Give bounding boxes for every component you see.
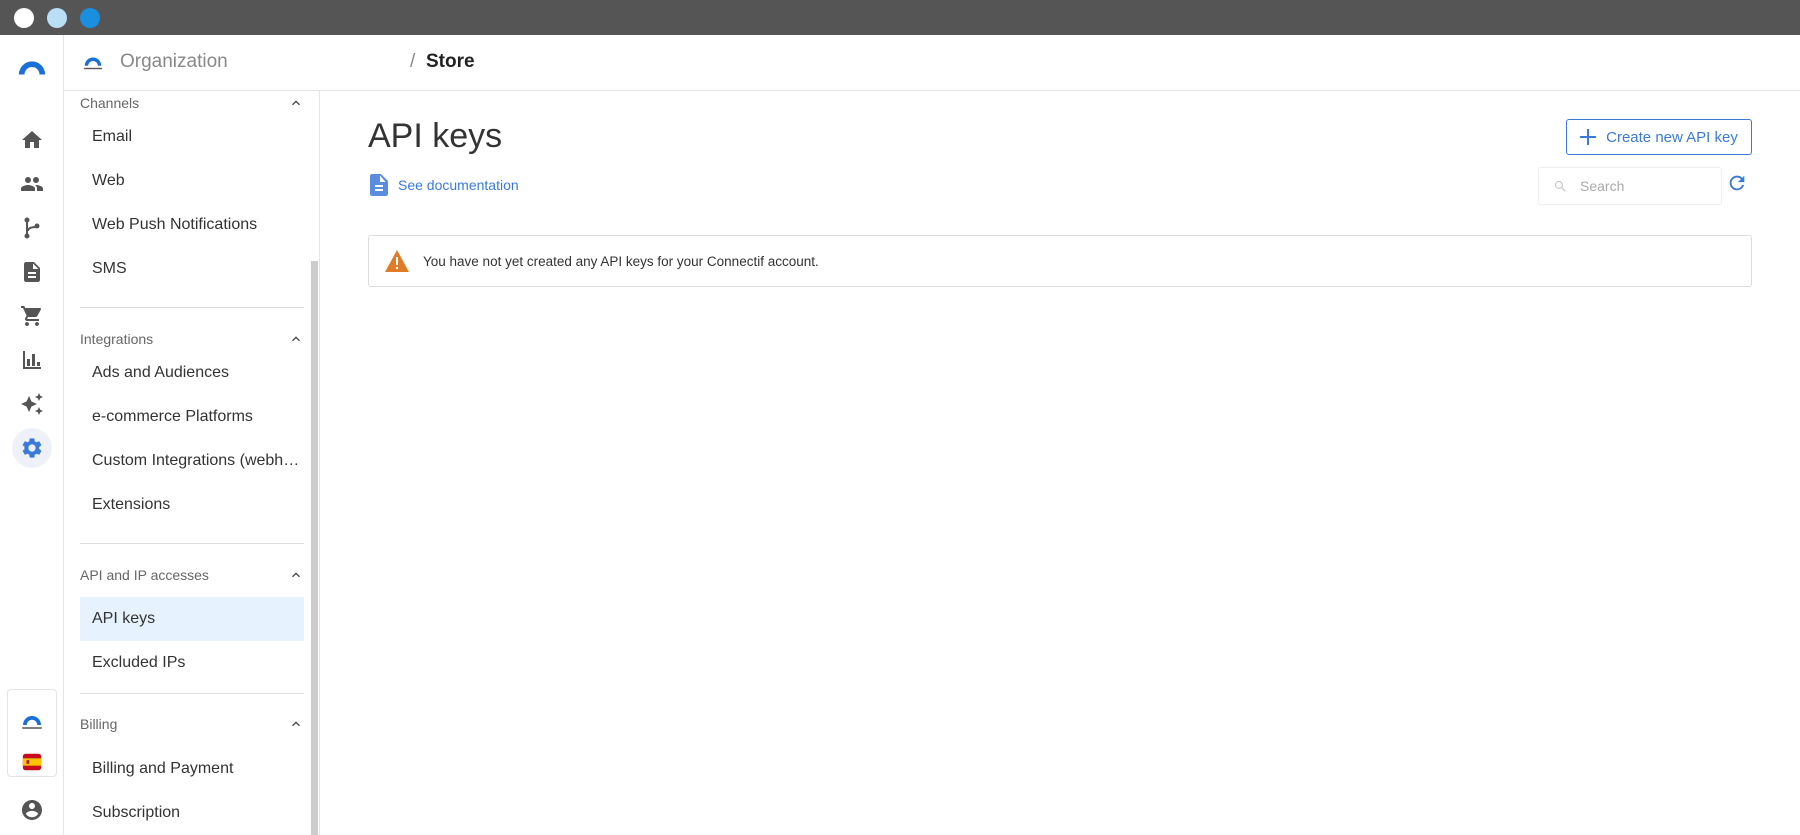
sidebar-item-excluded-ips[interactable]: Excluded IPs: [80, 641, 304, 685]
user-profile-icon[interactable]: [12, 790, 52, 830]
connectif-account-icon[interactable]: [12, 702, 52, 742]
settings-icon[interactable]: [12, 428, 52, 468]
settings-sidebar: Channels Email Web Web Push Notification…: [64, 91, 320, 835]
sidebar-scrollbar[interactable]: [311, 261, 318, 835]
divider: [80, 307, 304, 308]
organization-name[interactable]: Organization: [120, 51, 228, 73]
empty-state-notice: You have not yet created any API keys fo…: [368, 235, 1752, 287]
divider: [80, 693, 304, 694]
chevron-up-icon: [292, 100, 300, 106]
section-header-billing[interactable]: Billing: [80, 712, 304, 736]
sidebar-item-ecommerce-platforms[interactable]: e-commerce Platforms: [80, 395, 304, 439]
create-api-key-label: Create new API key: [1606, 128, 1738, 146]
organization-logo-icon: [84, 57, 102, 70]
home-icon[interactable]: [12, 120, 52, 160]
section-header-integrations[interactable]: Integrations: [80, 327, 304, 351]
sidebar-item-api-keys[interactable]: API keys: [80, 597, 304, 641]
see-documentation-label: See documentation: [398, 177, 519, 193]
sidebar-item-email[interactable]: Email: [80, 115, 304, 159]
create-api-key-button[interactable]: Create new API key: [1566, 119, 1752, 155]
sidebar-item-extensions[interactable]: Extensions: [80, 483, 304, 527]
window-close-dot[interactable]: [14, 8, 34, 28]
search-icon: [1554, 180, 1566, 192]
page-title: API keys: [368, 117, 503, 155]
chevron-up-icon: [292, 336, 300, 342]
section-title: Integrations: [80, 331, 154, 347]
sidebar-item-web[interactable]: Web: [80, 159, 304, 203]
store-icon[interactable]: [12, 296, 52, 336]
warning-icon: [385, 250, 409, 272]
sidebar-item-billing-payment[interactable]: Billing and Payment: [80, 747, 304, 791]
breadcrumb-store[interactable]: Store: [426, 51, 475, 73]
notice-text: You have not yet created any API keys fo…: [423, 253, 819, 269]
window-titlebar: [0, 0, 1800, 35]
window-minimize-dot[interactable]: [47, 8, 67, 28]
window-maximize-dot[interactable]: [80, 8, 100, 28]
breadcrumb-separator: /: [410, 51, 416, 72]
chevron-up-icon: [292, 572, 300, 578]
spain-flag-icon[interactable]: [12, 742, 52, 782]
refresh-icon: [1729, 175, 1745, 191]
ai-icon[interactable]: [12, 384, 52, 424]
workflows-icon[interactable]: [12, 208, 52, 248]
top-bar: Organization / Store: [64, 35, 1800, 91]
refresh-button[interactable]: [1726, 172, 1750, 196]
divider: [80, 543, 304, 544]
search-input[interactable]: [1580, 178, 1710, 194]
section-header-channels[interactable]: Channels: [80, 91, 304, 115]
section-title: API and IP accesses: [80, 567, 209, 583]
section-title: Channels: [80, 95, 140, 111]
see-documentation-link[interactable]: See documentation: [370, 174, 519, 196]
icon-rail: [0, 35, 64, 835]
main-content: API keys See documentation Create new AP…: [320, 91, 1800, 835]
search-box: [1538, 167, 1722, 205]
sidebar-item-ads-audiences[interactable]: Ads and Audiences: [80, 351, 304, 395]
sidebar-item-sms[interactable]: SMS: [80, 247, 304, 291]
section-title: Billing: [80, 716, 118, 732]
sidebar-item-custom-integrations[interactable]: Custom Integrations (webhooks): [80, 439, 304, 483]
content-icon[interactable]: [12, 252, 52, 292]
sidebar-item-subscription[interactable]: Subscription: [80, 791, 304, 835]
sidebar-item-web-push[interactable]: Web Push Notifications: [80, 203, 304, 247]
document-icon: [370, 174, 388, 196]
section-header-api-ip[interactable]: API and IP accesses: [80, 563, 304, 587]
contacts-icon[interactable]: [12, 164, 52, 204]
chevron-up-icon: [292, 721, 300, 727]
plus-icon: [1580, 129, 1597, 145]
reports-icon[interactable]: [12, 340, 52, 380]
logo-icon[interactable]: [12, 47, 52, 87]
